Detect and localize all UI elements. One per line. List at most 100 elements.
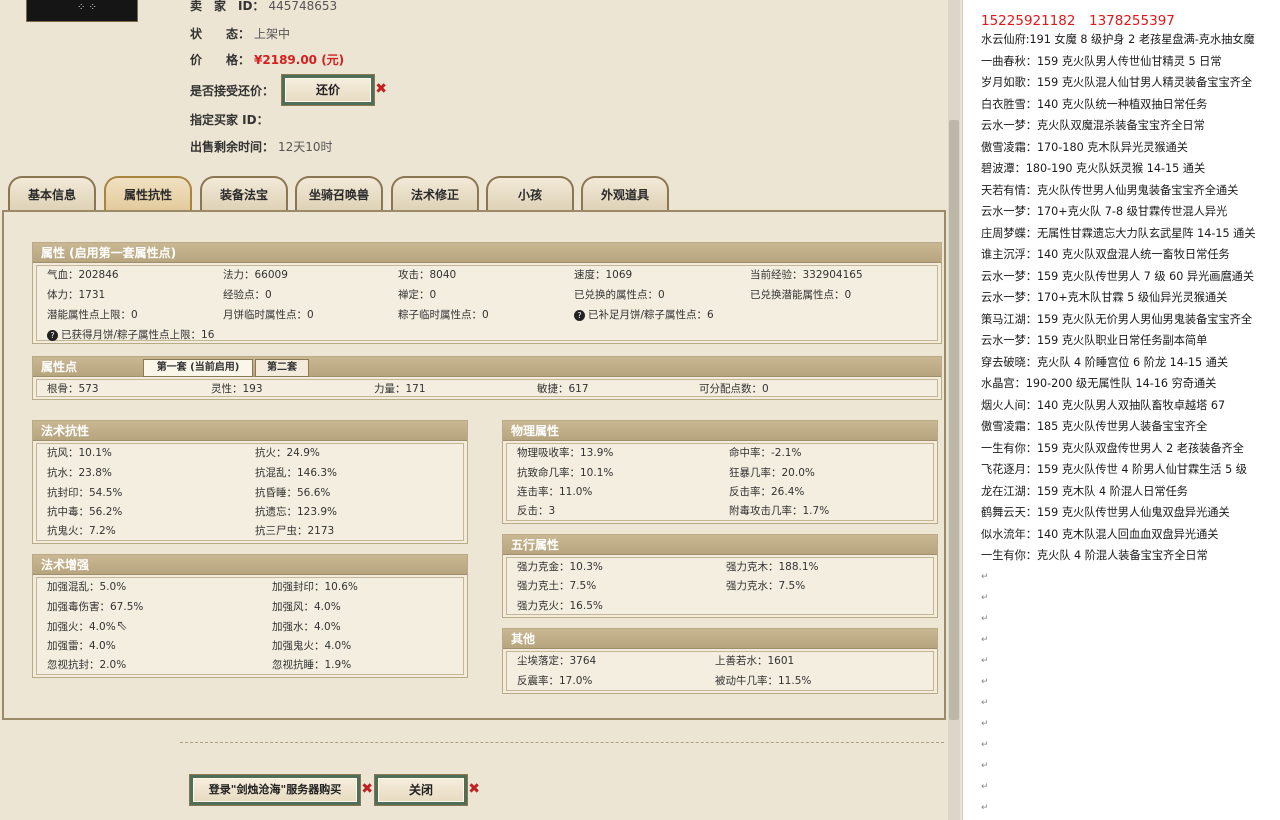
physical-cell: 狂暴几率：20.0% [729, 467, 815, 479]
tab-basic-info[interactable]: 基本信息 [8, 176, 96, 212]
enhance-title: 法术增强 [33, 555, 467, 575]
paragraph-mark-icon: ↵ [981, 740, 989, 750]
note-line: 傲雪凌霜：185 克火队传世男人装备宝宝齐全 [981, 420, 1208, 433]
physical-section: 物理属性 物理吸收率：13.9% 抗致命几率：10.1% 连击率：11.0% 反… [502, 420, 938, 524]
attr-cell: 速度：1069 [574, 269, 633, 281]
status-label: 状 态： [190, 27, 251, 41]
buyer-id-row: 指定买家 ID： [190, 112, 269, 128]
paragraph-mark-icon: ↵ [981, 614, 989, 624]
buy-on-server-button[interactable]: 登录"剑烛沧海"服务器购买 ✖ [189, 774, 373, 806]
other-cell: 上善若水：1601 [715, 655, 795, 667]
attr-cell: ? 已补足月饼/粽子属性点：6 [574, 306, 714, 324]
resist-cell: 抗昏睡：56.6% [255, 487, 331, 499]
attr-cell: 粽子临时属性点：0 [398, 309, 489, 321]
tab-appearance[interactable]: 外观道具 [581, 176, 669, 212]
resist-cell: 抗三尸虫：2173 [255, 525, 335, 537]
wuxing-section: 五行属性 强力克金：10.3% 强力克土：7.5% 强力克火：16.5% 强力克… [502, 534, 938, 618]
wuxing-cell: 强力克金：10.3% [517, 561, 603, 573]
other-title: 其他 [503, 629, 937, 649]
wuxing-cell: 强力克水：7.5% [726, 580, 806, 592]
note-line: 云水一梦：159 克火队职业日常任务副本简单 [981, 334, 1208, 347]
enhance-grid: 加强混乱：5.0% 加强毒伤害：67.5% 加强火：4.0% 加强雷：4.0% … [36, 577, 464, 675]
note-line: 水晶宫：190-200 级无属性队 14-16 穷奇通关 [981, 377, 1217, 390]
paragraph-mark-icon: ↵ [981, 572, 989, 582]
notes-panel: 15225921182 1378255397 水云仙府:191 女魔 8 级护身… [962, 0, 1280, 820]
resist-title: 法术抗性 [33, 421, 467, 441]
scrollbar[interactable] [948, 0, 960, 820]
close-button[interactable]: 关闭 ✖ [374, 774, 480, 806]
physical-cell: 反击：3 [517, 505, 556, 517]
enhance-cell: 加强毒伤害：67.5% [47, 601, 144, 613]
note-line: 云水一梦：159 克火队传世男人 7 级 60 异光画麿通关 [981, 269, 1255, 283]
resist-cell: 抗混乱：146.3% [255, 467, 338, 479]
wuxing-cell: 强力克火：16.5% [517, 600, 603, 612]
paragraph-mark-icon: ↵ [981, 677, 989, 687]
counter-offer-row: 是否接受还价： [190, 83, 274, 99]
paragraph-mark-icon: ↵ [981, 803, 989, 813]
buy-on-server-label: 登录"剑烛沧海"服务器购买 [208, 783, 342, 796]
attributes-title: 属性 (启用第一套属性点) [33, 243, 941, 263]
attributes-grid: 气血：202846 法力：66009 攻击：8040 速度：1069 当前经验：… [36, 265, 938, 341]
note-line: 天若有情：克火队传世男人仙男鬼装备宝宝齐全通关 [981, 183, 1239, 197]
counter-offer-label: 是否接受还价： [190, 84, 275, 98]
points-header: 属性点 第一套 (当前启用) 第二套 [33, 357, 941, 377]
scrollbar-thumb[interactable] [949, 120, 959, 720]
note-line: 鹤舞云天：159 克火队传世男人仙鬼双盘异光通关 [981, 506, 1230, 519]
resist-section: 法术抗性 抗风：10.1% 抗水：23.8% 抗封印：54.5% 抗中毒：56.… [32, 420, 468, 544]
attr-cell: 月饼临时属性点：0 [223, 309, 314, 321]
tab-children[interactable]: 小孩 [486, 176, 574, 212]
tab-bar: 基本信息 属性抗性 装备法宝 坐骑召唤兽 法术修正 小孩 外观道具 [0, 172, 946, 212]
point-cell: 根骨：573 [47, 383, 99, 395]
note-line: 水云仙府:191 女魔 8 级护身 2 老孩星盘满-克水抽女魔 [981, 33, 1255, 46]
point-cell: 可分配点数：0 [699, 383, 769, 395]
status-value: 上架中 [254, 27, 291, 41]
physical-cell: 命中率：-2.1% [729, 447, 802, 459]
tab-spell-mod[interactable]: 法术修正 [391, 176, 479, 212]
points-tab-set1[interactable]: 第一套 (当前启用) [143, 359, 253, 377]
time-left-value: 12天10时 [278, 140, 333, 154]
counter-offer-button[interactable]: 还价 ✖ [281, 74, 387, 106]
note-line: 一生有你：克火队 4 阶混人装备宝宝齐全日常 [981, 549, 1208, 562]
tab-equipment[interactable]: 装备法宝 [200, 176, 288, 212]
note-line: 碧波潭：180-190 克火队妖灵猴 14-15 通关 [981, 162, 1206, 175]
note-line: 飞花逐月：159 克火队传世 4 阶男人仙甘霖生活 5 级 [981, 463, 1247, 476]
physical-title: 物理属性 [503, 421, 937, 441]
time-left-row: 出售剩余时间： 12天10时 [190, 139, 333, 155]
paragraph-mark-icon: ↵ [981, 719, 989, 729]
other-cell: 被动牛几率：11.5% [715, 675, 812, 687]
divider [180, 742, 944, 743]
attr-cell: 禅定：0 [398, 289, 437, 301]
resist-cell: 抗火：24.9% [255, 447, 320, 459]
wuxing-title: 五行属性 [503, 535, 937, 555]
note-line: 云水一梦：克火队双魔混杀装备宝宝齐全日常 [981, 119, 1205, 132]
help-icon[interactable]: ? [47, 329, 58, 341]
attr-cell: 攻击：8040 [398, 269, 457, 281]
note-line: 谁主沉浮：140 克火队双盘混人统一畜牧日常任务 [981, 248, 1230, 261]
help-icon[interactable]: ? [574, 309, 585, 321]
physical-cell: 物理吸收率：13.9% [517, 447, 614, 459]
resist-cell: 抗遗忘：123.9% [255, 506, 338, 518]
tab-mounts-pets[interactable]: 坐骑召唤兽 [295, 176, 383, 212]
mouse-cursor-icon: ⇖ [116, 618, 128, 634]
attr-cell: ? 已获得月饼/粽子属性点上限：16 [47, 326, 214, 344]
other-section: 其他 尘埃落定：3764 反震率：17.0% 上善若水：1601 被动牛几率：1… [502, 628, 938, 694]
attr-cell: 经验点：0 [223, 289, 272, 301]
tab-attributes[interactable]: 属性抗性 [104, 176, 192, 212]
physical-cell: 连击率：11.0% [517, 486, 593, 498]
attr-cell: 潜能属性点上限：0 [47, 309, 138, 321]
note-line: 龙在江湖：159 克木队 4 阶混人日常任务 [981, 484, 1188, 498]
price-row: 价 格： ¥2189.00 (元) [190, 52, 344, 68]
note-line: 策马江湖：159 克火队无价男人男仙男鬼装备宝宝齐全 [981, 312, 1253, 326]
attr-cell: 气血：202846 [47, 269, 119, 281]
points-title: 属性点 [41, 360, 78, 374]
paragraph-mark-icon: ↵ [981, 698, 989, 708]
points-tab-set2[interactable]: 第二套 [255, 359, 309, 377]
close-button-label: 关闭 [408, 783, 433, 797]
note-line: 一生有你：159 克火队双盘传世男人 2 老孩装备齐全 [981, 441, 1244, 455]
paragraph-mark-icon: ↵ [981, 593, 989, 603]
time-left-label: 出售剩余时间： [190, 140, 275, 154]
game-window: ⁘ ⁘ 卖 家 ID： 445748653 状 态： 上架中 价 格： ¥2189.0… [0, 0, 960, 820]
buyer-id-label: 指定买家 ID： [190, 113, 269, 127]
close-x-icon: ✖ [375, 81, 387, 97]
attributes-section: 属性 (启用第一套属性点) 气血：202846 法力：66009 攻击：8040… [32, 242, 942, 344]
